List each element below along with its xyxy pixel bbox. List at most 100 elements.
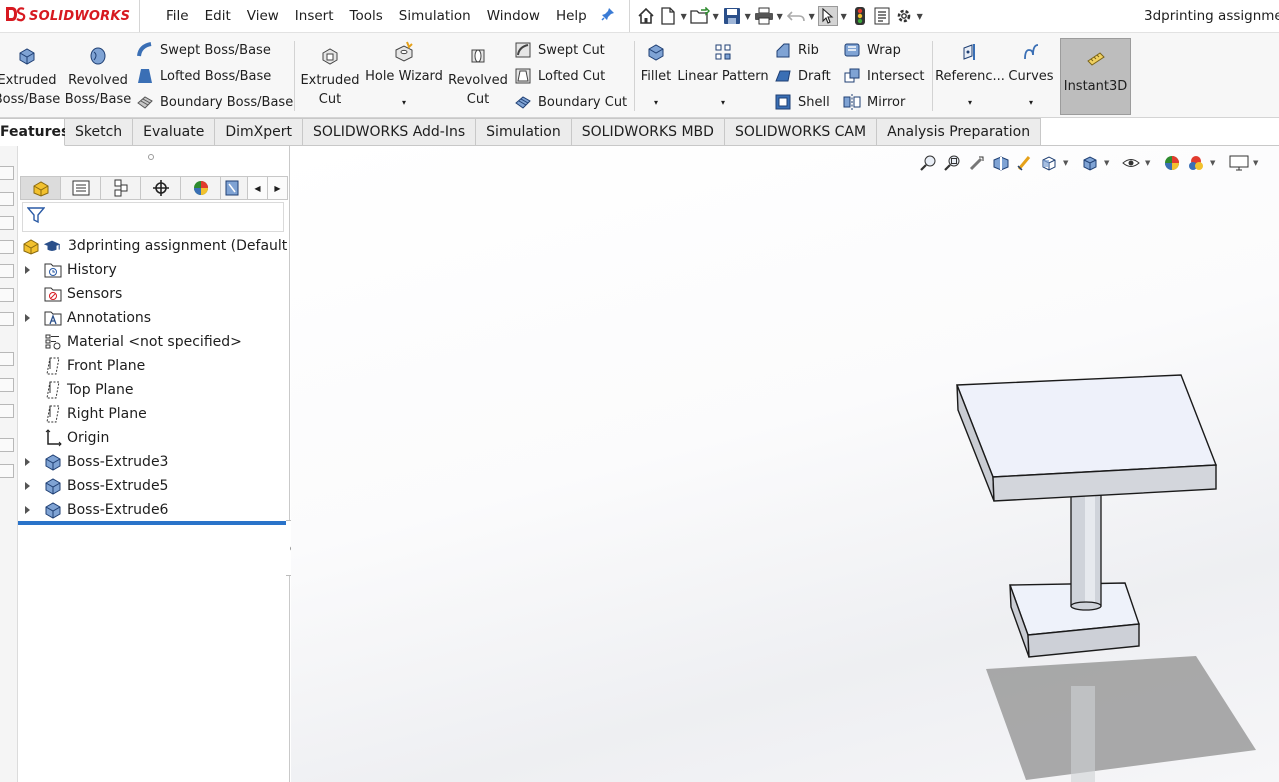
boundary-cut-button[interactable]: Boundary Cut: [514, 90, 627, 114]
column-cylinder[interactable]: [1070, 485, 1102, 611]
menu-insert[interactable]: Insert: [287, 0, 342, 32]
reference-dropdown-icon[interactable]: ▾: [968, 98, 972, 108]
strip-tool-icon[interactable]: [0, 438, 14, 452]
expand-arrow-icon[interactable]: [25, 314, 30, 322]
tree-item-boss-extrude3[interactable]: Boss-Extrude3: [18, 450, 288, 474]
menu-tools[interactable]: Tools: [342, 0, 391, 32]
menu-file[interactable]: File: [158, 0, 197, 32]
strip-tool-icon[interactable]: [0, 464, 14, 478]
save-icon[interactable]: [722, 6, 742, 26]
wrap-button[interactable]: Wrap: [843, 38, 901, 62]
tab-dimxpert[interactable]: DimXpert: [215, 118, 303, 146]
tab-solidworks-add-ins[interactable]: SOLIDWORKS Add-Ins: [302, 118, 477, 146]
lofted-boss-button[interactable]: Lofted Boss/Base: [136, 64, 271, 88]
tab-solidworks-cam[interactable]: SOLIDWORKS CAM: [724, 118, 878, 146]
tab-evaluate[interactable]: Evaluate: [133, 118, 216, 146]
filter-icon[interactable]: [26, 206, 46, 228]
cam-manager-tab-icon[interactable]: [221, 177, 243, 199]
instant3d-button[interactable]: Instant3D: [1060, 38, 1131, 115]
print-icon[interactable]: [754, 6, 774, 26]
solidworks-logo[interactable]: SOLIDWORKS: [0, 0, 140, 32]
strip-tool-icon[interactable]: [0, 166, 14, 180]
mirror-button[interactable]: Mirror: [843, 90, 905, 114]
tree-item-boss-extrude5[interactable]: Boss-Extrude5: [18, 474, 288, 498]
panel-grip-icon[interactable]: [148, 154, 154, 160]
menu-help[interactable]: Help: [548, 0, 595, 32]
menu-simulation[interactable]: Simulation: [391, 0, 479, 32]
new-dropdown-icon[interactable]: ▼: [680, 12, 688, 21]
display-manager-tab-icon[interactable]: [181, 177, 221, 199]
open-icon[interactable]: [690, 6, 710, 26]
expand-arrow-icon[interactable]: [25, 482, 30, 490]
boundary-boss-button[interactable]: Boundary Boss/Base: [136, 90, 293, 114]
print-dropdown-icon[interactable]: ▼: [776, 12, 784, 21]
graphics-area[interactable]: ▼ ▼ ▼ ▼ ▼: [291, 146, 1279, 782]
scroll-right-icon[interactable]: ▶: [267, 177, 287, 199]
select-dropdown-icon[interactable]: ▼: [840, 12, 848, 21]
strip-tool-icon[interactable]: [0, 216, 14, 230]
expand-arrow-icon[interactable]: [25, 266, 30, 274]
tree-item-top-plane[interactable]: Top Plane: [18, 378, 288, 402]
dimxpert-manager-tab-icon[interactable]: [141, 177, 181, 199]
strip-tool-icon[interactable]: [0, 288, 14, 302]
fillet-button[interactable]: Fillet ▾: [638, 33, 674, 117]
strip-tool-icon[interactable]: [0, 240, 14, 254]
revolved-cut-button[interactable]: Revolved Cut: [448, 33, 508, 117]
home-icon[interactable]: [636, 6, 656, 26]
reference-geometry-button[interactable]: Referenc... ▾: [935, 33, 1005, 117]
expand-arrow-icon[interactable]: [25, 506, 30, 514]
hole-wizard-button[interactable]: Hole Wizard ▾: [364, 33, 444, 117]
strip-tool-icon[interactable]: [0, 404, 14, 418]
tab-simulation[interactable]: Simulation: [476, 118, 572, 146]
curves-button[interactable]: Curves ▾: [1008, 33, 1054, 117]
draft-button[interactable]: Draft: [774, 64, 831, 88]
hole-wizard-dropdown-icon[interactable]: ▾: [402, 98, 406, 108]
configuration-manager-tab-icon[interactable]: [101, 177, 141, 199]
rollback-bar[interactable]: [18, 521, 288, 525]
linear-pattern-dropdown-icon[interactable]: ▾: [721, 98, 725, 108]
save-dropdown-icon[interactable]: ▼: [744, 12, 752, 21]
intersect-button[interactable]: Intersect: [843, 64, 925, 88]
rib-button[interactable]: Rib: [774, 38, 819, 62]
top-plate[interactable]: [955, 374, 1218, 502]
tree-item-front-plane[interactable]: Front Plane: [18, 354, 288, 378]
rebuild-icon[interactable]: [850, 6, 870, 26]
extruded-cut-button[interactable]: Extruded Cut: [300, 33, 360, 117]
extruded-boss-button[interactable]: Extruded Boss/Base: [0, 33, 60, 117]
tree-item-boss-extrude6[interactable]: Boss-Extrude6: [18, 498, 288, 522]
file-properties-icon[interactable]: [872, 6, 892, 26]
menu-edit[interactable]: Edit: [197, 0, 239, 32]
revolved-boss-button[interactable]: Revolved Boss/Base: [65, 33, 131, 117]
strip-tool-icon[interactable]: [0, 312, 14, 326]
options-icon[interactable]: [894, 6, 914, 26]
scroll-left-icon[interactable]: ◀: [247, 177, 267, 199]
strip-tool-icon[interactable]: [0, 264, 14, 278]
curves-dropdown-icon[interactable]: ▾: [1029, 98, 1033, 108]
tree-item-origin[interactable]: Origin: [18, 426, 288, 450]
tab-features[interactable]: Features: [0, 118, 69, 146]
tree-root-part[interactable]: 3dprinting assignment (Default<: [18, 234, 288, 258]
undo-dropdown-icon[interactable]: ▼: [808, 12, 816, 21]
open-dropdown-icon[interactable]: ▼: [712, 12, 720, 21]
swept-cut-button[interactable]: Swept Cut: [514, 38, 605, 62]
tree-item-right-plane[interactable]: Right Plane: [18, 402, 288, 426]
pin-icon[interactable]: [601, 7, 615, 25]
tree-item-annotations[interactable]: Annotations: [18, 306, 288, 330]
part-model-viewport[interactable]: [291, 146, 1279, 782]
lofted-cut-button[interactable]: Lofted Cut: [514, 64, 605, 88]
expand-arrow-icon[interactable]: [25, 458, 30, 466]
strip-tool-icon[interactable]: [0, 352, 14, 366]
fillet-dropdown-icon[interactable]: ▾: [654, 98, 658, 108]
tab-solidworks-mbd[interactable]: SOLIDWORKS MBD: [571, 118, 725, 146]
property-manager-tab-icon[interactable]: [61, 177, 101, 199]
tree-filter[interactable]: [22, 202, 284, 232]
tab-analysis-preparation[interactable]: Analysis Preparation: [877, 118, 1042, 146]
linear-pattern-button[interactable]: Linear Pattern ▾: [677, 33, 769, 117]
menu-window[interactable]: Window: [479, 0, 548, 32]
strip-tool-icon[interactable]: [0, 378, 14, 392]
tree-item-history[interactable]: History: [18, 258, 288, 282]
tree-item-sensors[interactable]: Sensors: [18, 282, 288, 306]
shell-button[interactable]: Shell: [774, 90, 830, 114]
swept-boss-button[interactable]: Swept Boss/Base: [136, 38, 271, 62]
tab-sketch[interactable]: Sketch: [65, 118, 134, 146]
